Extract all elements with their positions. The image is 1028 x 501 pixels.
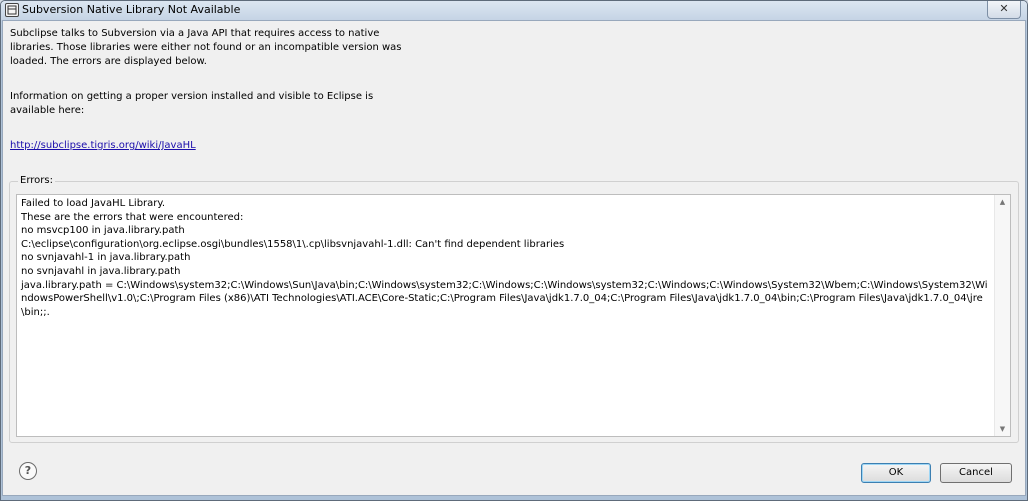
- errors-label: Errors:: [18, 175, 55, 186]
- scroll-down-arrow-icon[interactable]: ▼: [995, 422, 1010, 436]
- title-bar[interactable]: Subversion Native Library Not Available …: [1, 1, 1027, 20]
- scroll-up-arrow-icon[interactable]: ▲: [995, 195, 1010, 209]
- dialog-window: Subversion Native Library Not Available …: [0, 0, 1028, 501]
- message-paragraph-2: Information on getting a proper version …: [10, 91, 374, 116]
- javahl-link[interactable]: http://subclipse.tigris.org/wiki/JavaHL: [10, 140, 196, 151]
- window-title: Subversion Native Library Not Available: [22, 3, 241, 16]
- errors-group: Errors: Failed to load JavaHL Library. T…: [9, 175, 1019, 443]
- cancel-button[interactable]: Cancel: [940, 463, 1012, 483]
- eclipse-dialog-icon: [5, 3, 19, 17]
- dialog-content: Subclipse talks to Subversion via a Java…: [2, 20, 1026, 496]
- errors-text: Failed to load JavaHL Library. These are…: [21, 198, 988, 318]
- errors-textarea[interactable]: Failed to load JavaHL Library. These are…: [16, 194, 1011, 437]
- vertical-scrollbar[interactable]: ▲ ▼: [994, 195, 1010, 436]
- ok-button[interactable]: OK: [861, 463, 931, 483]
- help-icon[interactable]: ?: [19, 462, 37, 480]
- message-paragraph-1: Subclipse talks to Subversion via a Java…: [10, 28, 402, 67]
- close-button[interactable]: ✕: [987, 1, 1021, 19]
